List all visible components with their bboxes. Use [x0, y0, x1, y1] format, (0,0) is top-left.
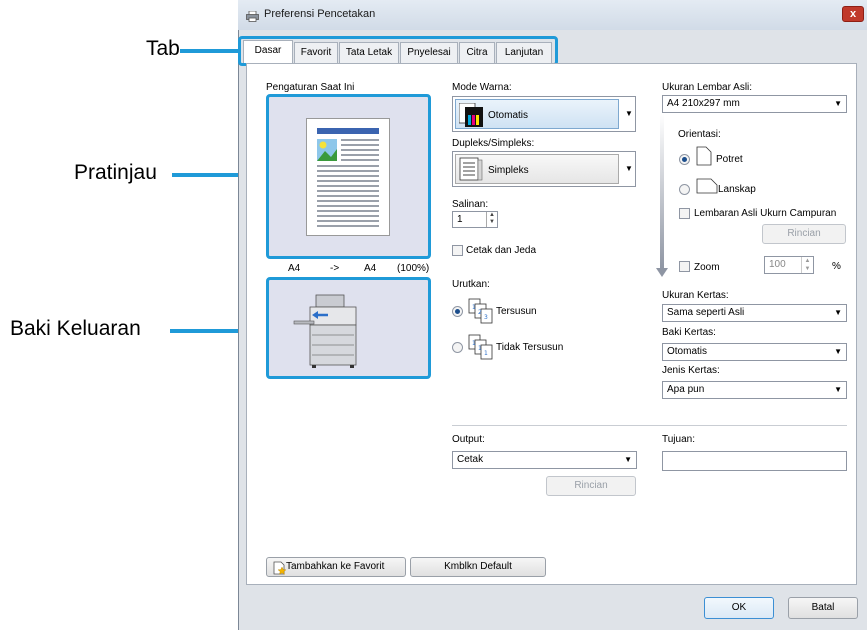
paper-type-label: Jenis Kertas: [662, 365, 720, 376]
svg-text:3: 3 [484, 314, 488, 321]
duplex-selected: Simpleks [455, 154, 619, 184]
chevron-down-icon: ▼ [834, 385, 842, 394]
arrow-down-icon [656, 268, 668, 277]
copies-label: Salinan: [452, 199, 489, 210]
preview-highlight [266, 94, 431, 259]
original-size-dropdown[interactable]: A4 210x297 mm ▼ [662, 95, 847, 113]
output-dropdown[interactable]: Cetak ▼ [452, 451, 637, 469]
add-favorite-button[interactable]: Tambahkan ke Favorit [266, 557, 406, 577]
callout-preview: Pratinjau [74, 161, 157, 184]
chevron-down-icon: ▼ [625, 164, 633, 173]
uncollated-label: Tidak Tersusun [496, 342, 564, 353]
collated-label: Tersusun [496, 306, 537, 317]
duplex-dropdown[interactable]: Simpleks ▼ [452, 151, 636, 187]
landscape-label: Lanskap [718, 184, 756, 195]
copies-stepper[interactable]: ▲ ▼ [486, 212, 497, 227]
close-icon: x [849, 8, 857, 20]
paper-tray-dropdown[interactable]: Otomatis ▼ [662, 343, 847, 361]
mixed-size-label: Lembaran Asli Ukurn Campuran [694, 208, 837, 219]
add-favorite-icon [273, 561, 286, 575]
printer-icon [246, 9, 259, 22]
print-pause-checkbox[interactable] [452, 245, 463, 256]
svg-text:2: 2 [478, 309, 482, 316]
portrait-icon [696, 146, 712, 166]
uncollated-radio[interactable] [452, 342, 463, 353]
chevron-down-icon: ▼ [834, 308, 842, 317]
preview-source-size: A4 [288, 263, 301, 274]
zoom-stepper[interactable]: ▲ ▼ [801, 257, 813, 273]
landscape-radio[interactable] [679, 184, 690, 195]
output-value: Cetak [457, 454, 484, 465]
duplex-value: Simpleks [488, 165, 529, 176]
portrait-label: Potret [716, 154, 743, 165]
zoom-unit: % [832, 261, 841, 272]
callout-tab-line [180, 49, 240, 53]
chevron-down-icon: ▼ [834, 347, 842, 356]
color-mode-label: Mode Warna: [452, 82, 512, 93]
collated-icon: 1 2 3 [468, 298, 493, 324]
section-divider [452, 425, 847, 426]
restore-default-button[interactable]: Kmblkn Default [410, 557, 546, 577]
landscape-icon [696, 178, 718, 194]
portrait-radio[interactable] [679, 154, 690, 165]
paper-tray-value: Otomatis [667, 346, 708, 357]
uncollated-icon: 1 1 1 [468, 334, 493, 360]
ok-button[interactable]: OK [704, 597, 774, 619]
output-tray-highlight [266, 277, 431, 379]
mixed-size-checkbox[interactable] [679, 208, 690, 219]
mixed-size-details-button[interactable]: Rincian [762, 224, 846, 244]
sort-label: Urutkan: [452, 279, 490, 290]
callout-output-tray: Baki Keluaran [10, 317, 141, 340]
duplex-label: Dupleks/Simpleks: [452, 138, 535, 149]
output-details-button[interactable]: Rincian [546, 476, 636, 496]
window-title: Preferensi Pencetakan [264, 8, 376, 20]
orientation-label: Orientasi: [678, 129, 721, 140]
current-settings-label: Pengaturan Saat Ini [266, 82, 355, 93]
svg-text:1: 1 [478, 345, 482, 352]
destination-input[interactable] [662, 451, 847, 471]
preview-dest-size: A4 [364, 263, 377, 274]
chevron-down-icon: ▼ [624, 455, 632, 464]
original-size-value: A4 210x297 mm [667, 98, 740, 109]
print-pause-label: Cetak dan Jeda [466, 245, 537, 256]
color-mode-dropdown[interactable]: Otomatis ▼ [452, 96, 636, 132]
paper-size-dropdown[interactable]: Sama seperti Asli ▼ [662, 304, 847, 322]
chevron-down-icon: ▼ [625, 109, 633, 118]
chevron-down-icon: ▼ [834, 99, 842, 108]
svg-text:1: 1 [472, 304, 476, 311]
callout-tab: Tab [146, 37, 180, 60]
destination-label: Tujuan: [662, 434, 695, 445]
original-size-label: Ukuran Lembar Asli: [662, 82, 753, 93]
tab-highlight [238, 36, 558, 66]
zoom-label: Zoom [694, 262, 720, 273]
output-label: Output: [452, 434, 485, 445]
paper-size-value: Sama seperti Asli [667, 307, 745, 318]
svg-text:1: 1 [484, 350, 488, 357]
paper-type-dropdown[interactable]: Apa pun ▼ [662, 381, 847, 399]
zoom-checkbox[interactable] [679, 261, 690, 272]
svg-text:1: 1 [472, 340, 476, 347]
close-button[interactable]: x [842, 6, 864, 22]
paper-tray-label: Baki Kertas: [662, 327, 716, 338]
color-mode-value: Otomatis [488, 110, 529, 121]
preview-scale: (100%) [397, 263, 430, 274]
add-favorite-label: Tambahkan ke Favorit [286, 561, 385, 572]
paper-size-label: Ukuran Kertas: [662, 290, 729, 301]
collated-radio[interactable] [452, 306, 463, 317]
settings-flow-arrow [660, 114, 664, 270]
paper-type-value: Apa pun [667, 384, 705, 395]
simplex-icon [459, 157, 483, 181]
preview-arrow: -> [330, 263, 340, 274]
cancel-button[interactable]: Batal [788, 597, 858, 619]
color-mode-selected: Otomatis [455, 99, 619, 129]
color-mode-icon [459, 103, 483, 127]
